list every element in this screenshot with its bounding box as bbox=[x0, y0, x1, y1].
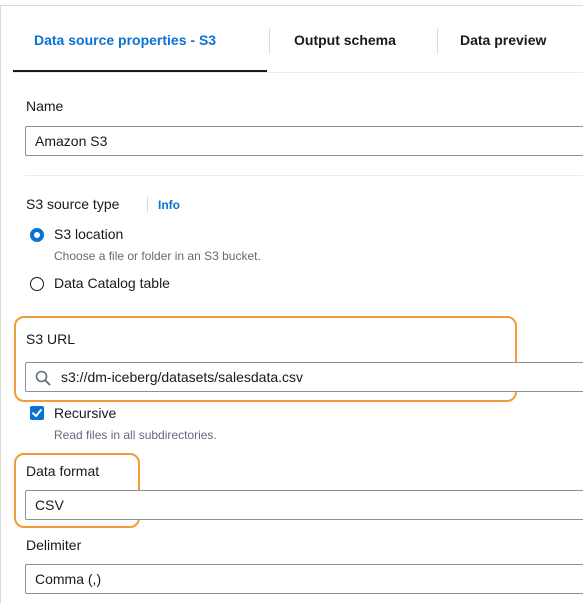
tab-output-schema[interactable]: Output schema bbox=[294, 32, 396, 48]
tab-data-preview[interactable]: Data preview bbox=[460, 32, 546, 48]
section-divider bbox=[25, 175, 583, 176]
radio-data-catalog-table[interactable] bbox=[30, 277, 44, 291]
tab-separator bbox=[269, 28, 270, 54]
radio-s3-location-description: Choose a file or folder in an S3 bucket. bbox=[54, 249, 261, 263]
recursive-checkbox[interactable] bbox=[30, 406, 44, 420]
info-separator bbox=[147, 197, 148, 212]
source-type-label: S3 source type bbox=[26, 196, 120, 212]
data-format-select[interactable]: CSV bbox=[25, 490, 583, 520]
radio-data-catalog-table-label[interactable]: Data Catalog table bbox=[54, 275, 170, 291]
tab-separator bbox=[437, 28, 438, 54]
delimiter-select[interactable]: Comma (,) bbox=[25, 564, 583, 594]
top-border bbox=[0, 5, 583, 6]
check-icon bbox=[32, 409, 42, 417]
delimiter-value: Comma (,) bbox=[35, 571, 102, 587]
name-input-value: Amazon S3 bbox=[35, 133, 108, 149]
radio-s3-location-label[interactable]: S3 location bbox=[54, 226, 123, 242]
data-format-label: Data format bbox=[26, 463, 100, 479]
name-label: Name bbox=[26, 98, 64, 114]
s3-url-input[interactable]: s3://dm-iceberg/datasets/salesdata.csv bbox=[25, 362, 583, 392]
tab-data-source-properties[interactable]: Data source properties - S3 bbox=[34, 32, 216, 48]
name-input[interactable]: Amazon S3 bbox=[25, 126, 583, 156]
s3-url-input-value: s3://dm-iceberg/datasets/salesdata.csv bbox=[61, 369, 304, 385]
left-border bbox=[0, 5, 1, 603]
recursive-description: Read files in all subdirectories. bbox=[54, 428, 217, 442]
info-link[interactable]: Info bbox=[158, 198, 180, 212]
delimiter-label: Delimiter bbox=[26, 537, 82, 553]
recursive-label[interactable]: Recursive bbox=[54, 405, 116, 421]
data-format-value: CSV bbox=[35, 497, 64, 513]
tab-bar: Data source properties - S3 Output schem… bbox=[0, 20, 583, 73]
search-icon bbox=[35, 370, 51, 386]
s3-url-label: S3 URL bbox=[26, 331, 76, 347]
radio-s3-location[interactable] bbox=[30, 228, 44, 242]
tabs-divider bbox=[13, 72, 583, 73]
